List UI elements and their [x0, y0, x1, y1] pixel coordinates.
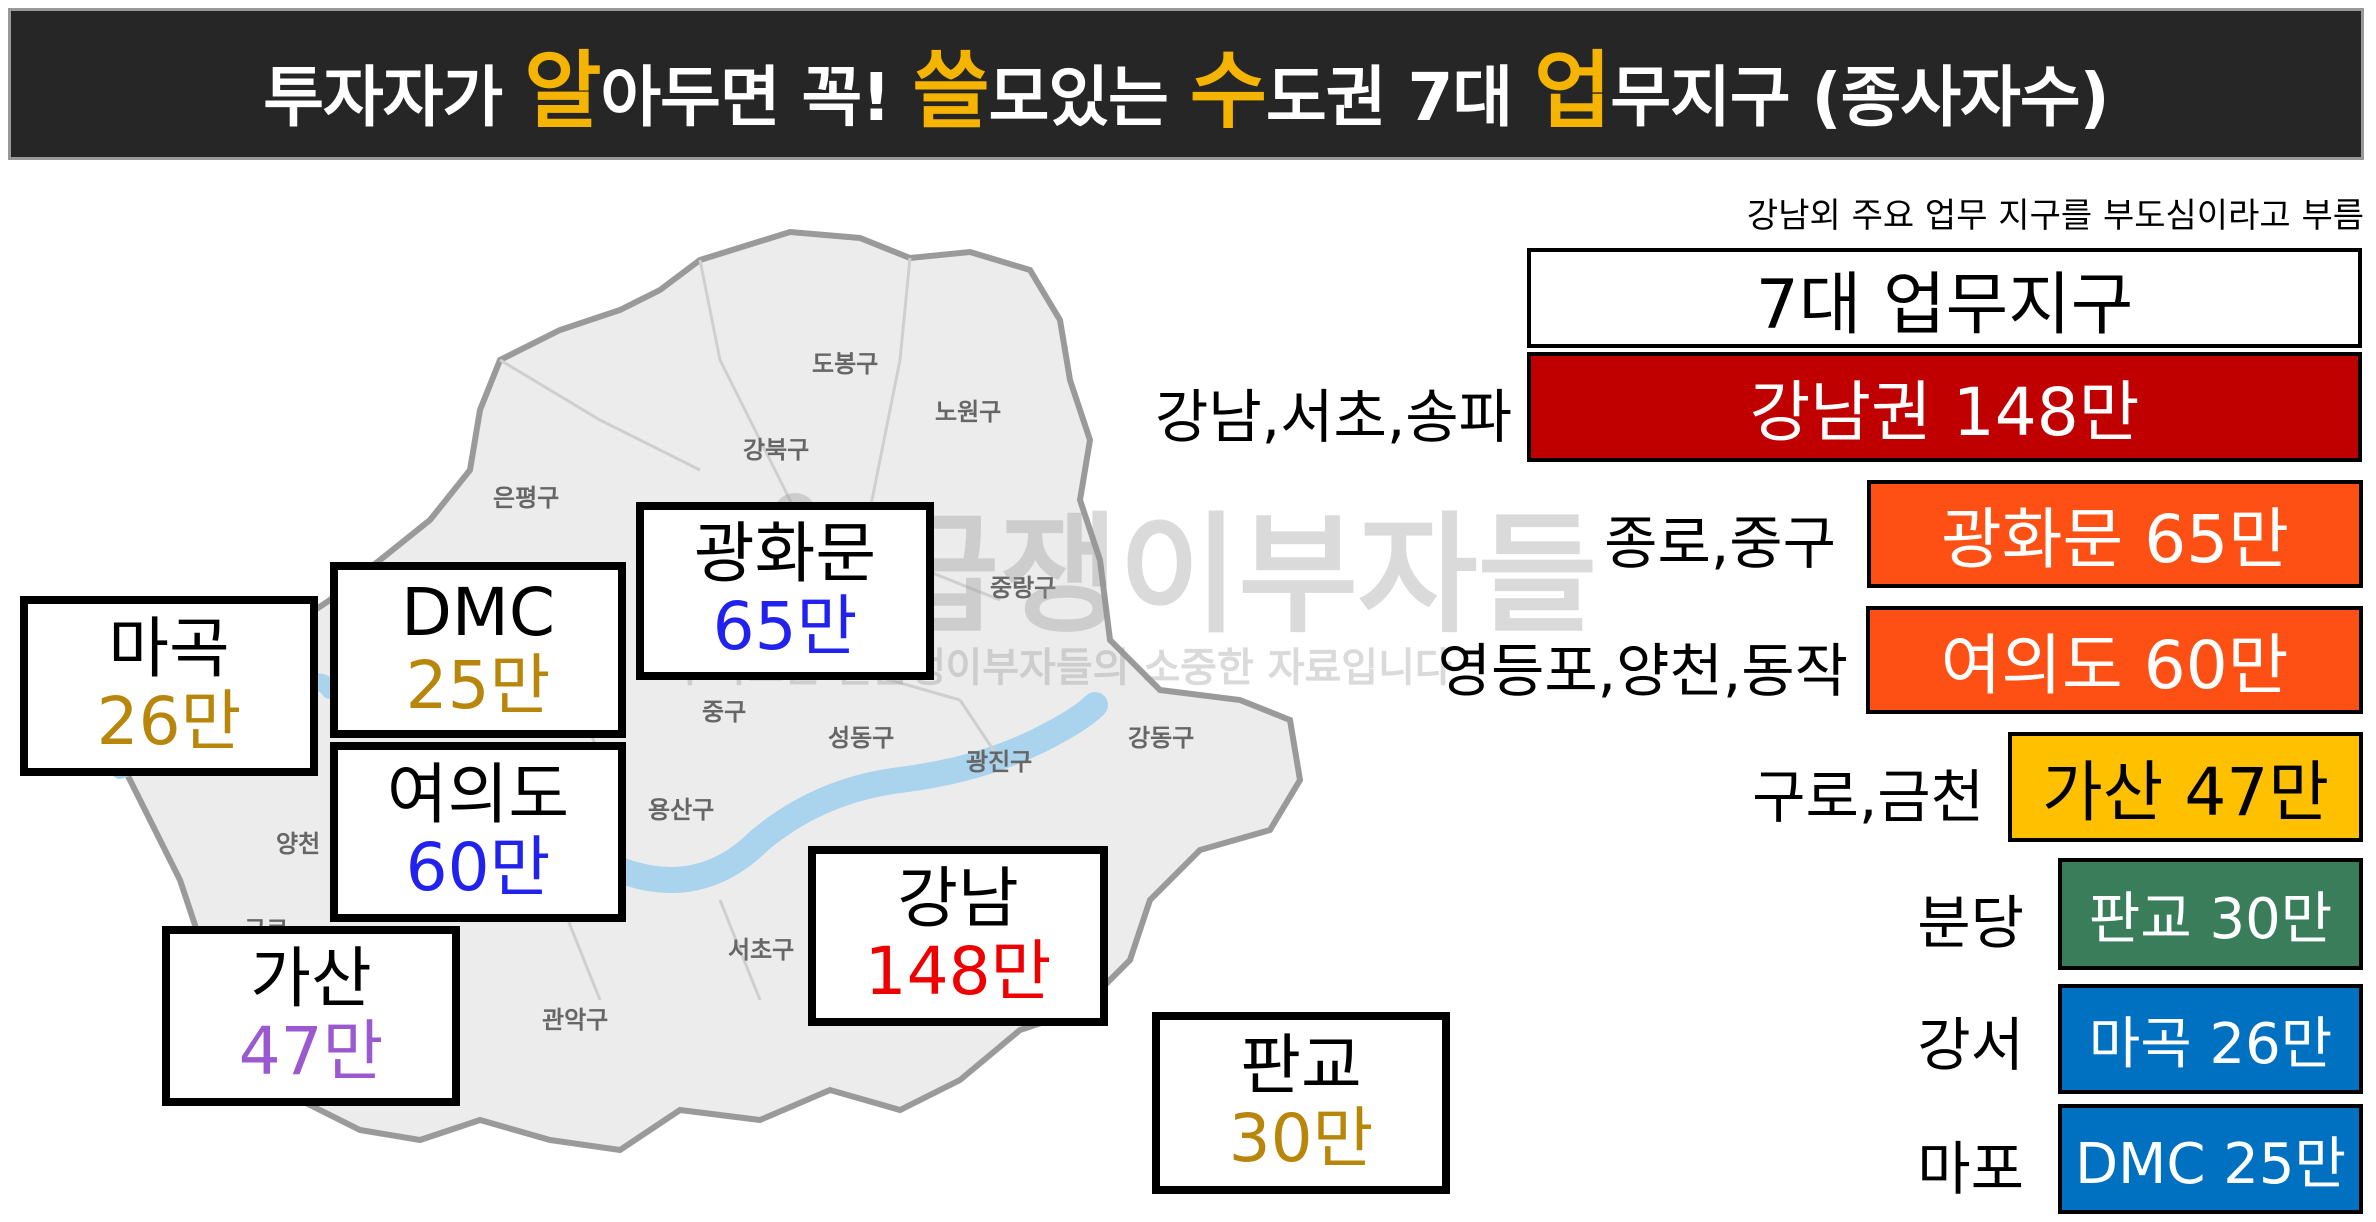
legend-bar-dmc: DMC 25만	[2058, 1104, 2363, 1214]
callout-name: 판교	[1240, 1027, 1362, 1105]
district-seongdong: 성동구	[828, 724, 895, 752]
title-highlight-2: 쓸	[912, 41, 989, 140]
callout-value: 26만	[96, 683, 242, 760]
callout-pangyo: 판교 30만	[1152, 1012, 1450, 1194]
legend-area-gangnam: 강남,서초,송파	[1154, 383, 1512, 451]
callout-dmc: DMC 25만	[330, 562, 626, 738]
page-title: 투자자가 알아두면 꼭! 쓸모있는 수도권 7대 업무지구 (종사자수)	[263, 24, 2109, 145]
district-jung: 중구	[702, 698, 747, 726]
title-highlight-4: 업	[1534, 41, 1611, 140]
legend-bar-gasan: 가산 47만	[2008, 732, 2363, 842]
legend-area-gwanghwamun: 종로,중구	[1604, 509, 1836, 577]
title-bar: 투자자가 알아두면 꼭! 쓸모있는 수도권 7대 업무지구 (종사자수)	[8, 8, 2364, 160]
district-gwangjin: 광진구	[966, 748, 1033, 776]
callout-value: 47만	[238, 1013, 384, 1090]
callout-value: 60만	[405, 829, 551, 906]
title-part-4: 도권 7대	[1266, 58, 1535, 136]
legend-header: 7대 업무지구	[1527, 248, 2362, 348]
district-yongsan: 용산구	[648, 796, 715, 824]
callout-gwanghwamun: 광화문 65만	[636, 502, 934, 680]
legend-bar-magok: 마곡 26만	[2058, 984, 2363, 1094]
legend-note: 강남외 주요 업무 지구를 부도심이라고 부름	[1746, 196, 2364, 236]
district-gangdong: 강동구	[1128, 724, 1195, 752]
district-dobong: 도봉구	[812, 350, 879, 378]
callout-value: 65만	[712, 588, 858, 665]
district-eunpyeong: 은평구	[493, 484, 560, 512]
callout-value: 25만	[405, 647, 551, 724]
callout-value: 148만	[864, 933, 1052, 1010]
legend-area-gasan: 구로,금천	[1752, 763, 1984, 831]
callout-magok: 마곡 26만	[20, 596, 318, 776]
callout-gasan: 가산 47만	[162, 926, 460, 1106]
callout-name: 광화문	[693, 515, 877, 593]
district-gwanak: 관악구	[542, 1006, 609, 1034]
legend-bar-yeouido: 여의도 60만	[1866, 606, 2363, 714]
title-part-1: 투자자가	[263, 58, 525, 136]
legend-bar-gangnam: 강남권 148만	[1527, 352, 2362, 462]
district-yangcheon: 양천	[276, 830, 321, 858]
callout-name: DMC	[401, 574, 555, 652]
legend-area-yeouido: 영등포,양천,동작	[1437, 637, 1848, 705]
title-part-3: 모있는	[988, 58, 1190, 136]
callout-gangnam: 강남 148만	[808, 846, 1108, 1026]
title-part-5: 무지구 (종사자수)	[1610, 58, 2109, 136]
callout-name: 가산	[250, 940, 372, 1018]
legend-bar-gwanghwamun: 광화문 65만	[1867, 480, 2363, 588]
callout-yeouido: 여의도 60만	[330, 742, 626, 922]
callout-value: 30만	[1228, 1100, 1374, 1177]
callout-name: 마곡	[108, 610, 230, 688]
title-highlight-3: 수	[1189, 41, 1267, 140]
district-seocho: 서초구	[728, 936, 795, 964]
title-highlight-1: 알	[524, 41, 601, 140]
district-gangbuk: 강북구	[743, 436, 810, 464]
legend-area-pangyo: 분당	[1917, 889, 2024, 957]
callout-name: 강남	[897, 860, 1019, 938]
callout-name: 여의도	[386, 756, 570, 834]
legend-bar-pangyo: 판교 30만	[2058, 858, 2363, 970]
title-part-2: 아두면 꼭!	[600, 58, 913, 136]
legend-area-dmc: 마포	[1917, 1135, 2024, 1203]
legend-area-magok: 강서	[1917, 1011, 2024, 1079]
district-nowon: 노원구	[935, 398, 1002, 426]
